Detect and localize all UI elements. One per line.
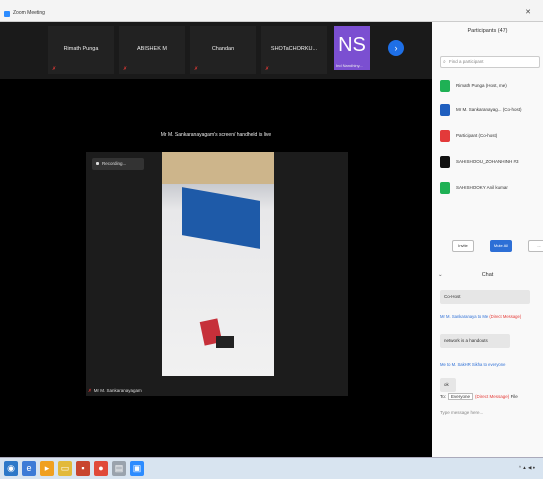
chat-message-meta: Mr M. Sankaranaya to Me (Direct Message)	[440, 314, 521, 319]
mic-muted-icon: ✗	[194, 66, 199, 72]
meeting-area: Rimath Punga ✗ ABISHEK M ✗ Chandan ✗ SHO…	[0, 22, 432, 457]
participant-name: SHOTaCHORKU...	[270, 46, 318, 52]
windows-start-icon[interactable]: ◉	[4, 461, 18, 476]
participant-row[interactable]: SAHISHOOKY Anil kumar ✗	[440, 182, 543, 198]
mute-all-button[interactable]: Mute All	[490, 240, 512, 252]
avatar	[440, 104, 450, 116]
chat-message-input[interactable]: Type message here...	[440, 410, 483, 415]
chat-bubble: ok	[440, 378, 456, 392]
participant-tile[interactable]: Chandan ✗	[190, 26, 256, 74]
chrome-icon[interactable]: ●	[94, 461, 108, 476]
mic-muted-icon: ✗	[88, 388, 92, 393]
shared-video	[162, 152, 274, 376]
zoom-window: Zoom Meeting ✕ Rimath Punga ✗ ABISHEK M …	[0, 0, 543, 457]
video-blue-surface	[182, 187, 260, 249]
more-button[interactable]: ...	[528, 240, 543, 252]
participants-header: Participants (47)	[467, 28, 508, 34]
chat-message-meta: Me to M. SakHR Sikha to everyone	[440, 362, 505, 367]
participant-name: SAHISHOOU_ZOHANHINH #3	[456, 159, 519, 164]
participant-name: ABISHEK M	[137, 46, 167, 52]
chat-sender: Me to M. SakHR Sikha to everyone	[440, 362, 506, 367]
participant-row[interactable]: Rimath Punga (Host, me) ✗	[440, 80, 543, 96]
participant-name: Chandan	[211, 46, 235, 52]
participant-tile-ns[interactable]: NS Ind Nandhiny...	[334, 26, 370, 70]
recording-label: Recording...	[102, 161, 127, 166]
chat-title: Chat	[481, 272, 494, 278]
recording-indicator: Recording...	[92, 158, 144, 170]
chat-bubble: network is a handouts	[440, 334, 510, 348]
side-panel: Participants (47) ⌕ Find a participant Ri…	[432, 22, 543, 457]
participant-tile[interactable]: ABISHEK M ✗	[119, 26, 185, 74]
zoom-app-icon	[4, 11, 10, 17]
video-strip: Rimath Punga ✗ ABISHEK M ✗ Chandan ✗ SHO…	[0, 22, 432, 79]
mic-muted-icon: ✗	[123, 66, 128, 72]
participant-name: Mr M. Sankaranayag... (Co-host)	[456, 107, 522, 112]
video-background	[162, 152, 274, 184]
window-title: Zoom Meeting	[13, 10, 45, 16]
chat-sender: Mr M. Sankaranaya to Me	[440, 314, 489, 319]
avatar	[440, 156, 450, 168]
participant-name: Rimath Punga	[63, 46, 99, 52]
file-button[interactable]: File	[511, 394, 518, 399]
avatar	[440, 130, 450, 142]
share-caption: ✗ Mr M. Sankaranayagam	[88, 388, 142, 394]
taskbar: ◉ e ▸ ▭ ▪ ● ▤ ▣ ^ ▲ ◀ ♦	[0, 457, 543, 479]
record-icon	[96, 162, 99, 166]
participant-row[interactable]: Participant (Co-host) ✗	[440, 130, 543, 146]
participant-tile[interactable]: SHOTaCHORKU... ✗	[261, 26, 327, 74]
chevron-down-icon[interactable]: ⌄	[438, 272, 443, 278]
search-placeholder: Find a participant	[449, 59, 484, 64]
zoom-icon[interactable]: ▣	[130, 461, 144, 476]
dm-tag: (Direct Message)	[475, 394, 510, 399]
avatar-initials: NS	[338, 34, 366, 56]
participant-name: Ind Nandhiny...	[336, 63, 363, 68]
share-banner: Mr M. Sankaranayagam's screen/ handheld …	[160, 132, 272, 138]
mic-muted-icon: ✗	[52, 66, 57, 72]
recipient-select[interactable]: Everyone	[448, 393, 474, 400]
explorer-icon[interactable]: e	[22, 461, 36, 476]
system-tray: ^ ▲ ◀ ♦	[518, 465, 535, 470]
chevron-right-icon[interactable]: ›	[388, 40, 404, 56]
dm-tag: (Direct Message)	[489, 314, 522, 319]
avatar	[440, 182, 450, 194]
participant-name: Participant (Co-host)	[456, 133, 498, 138]
folder-icon[interactable]: ▭	[58, 461, 72, 476]
notepad-icon[interactable]: ▤	[112, 461, 126, 476]
presenter-name: Mr M. Sankaranayagam	[93, 388, 142, 393]
participant-search-input[interactable]: ⌕ Find a participant	[440, 56, 540, 68]
participant-name: Rimath Punga (Host, me)	[456, 83, 507, 88]
close-icon[interactable]: ✕	[525, 8, 531, 16]
search-icon: ⌕	[443, 59, 446, 65]
chat-header: ⌄ Chat	[432, 272, 543, 278]
chat-recipient-row: To: Everyone (Direct Message) File	[440, 393, 518, 400]
to-label: To:	[440, 394, 447, 399]
chat-bubble: Co-Host	[440, 290, 530, 304]
invite-button[interactable]: Invite	[452, 240, 474, 252]
video-object	[216, 336, 234, 348]
participant-tile[interactable]: Rimath Punga ✗	[48, 26, 114, 74]
office-icon[interactable]: ▪	[76, 461, 90, 476]
media-icon[interactable]: ▸	[40, 461, 54, 476]
participant-name: SAHISHOOKY Anil kumar	[456, 185, 508, 190]
participant-row[interactable]: Mr M. Sankaranayag... (Co-host) ✗	[440, 104, 543, 120]
avatar	[440, 80, 450, 92]
participant-row[interactable]: SAHISHOOU_ZOHANHINH #3 ✗	[440, 156, 543, 172]
shared-screen: Recording...	[86, 152, 348, 396]
mic-muted-icon: ✗	[265, 66, 270, 72]
title-bar: Zoom Meeting ✕	[0, 0, 543, 22]
